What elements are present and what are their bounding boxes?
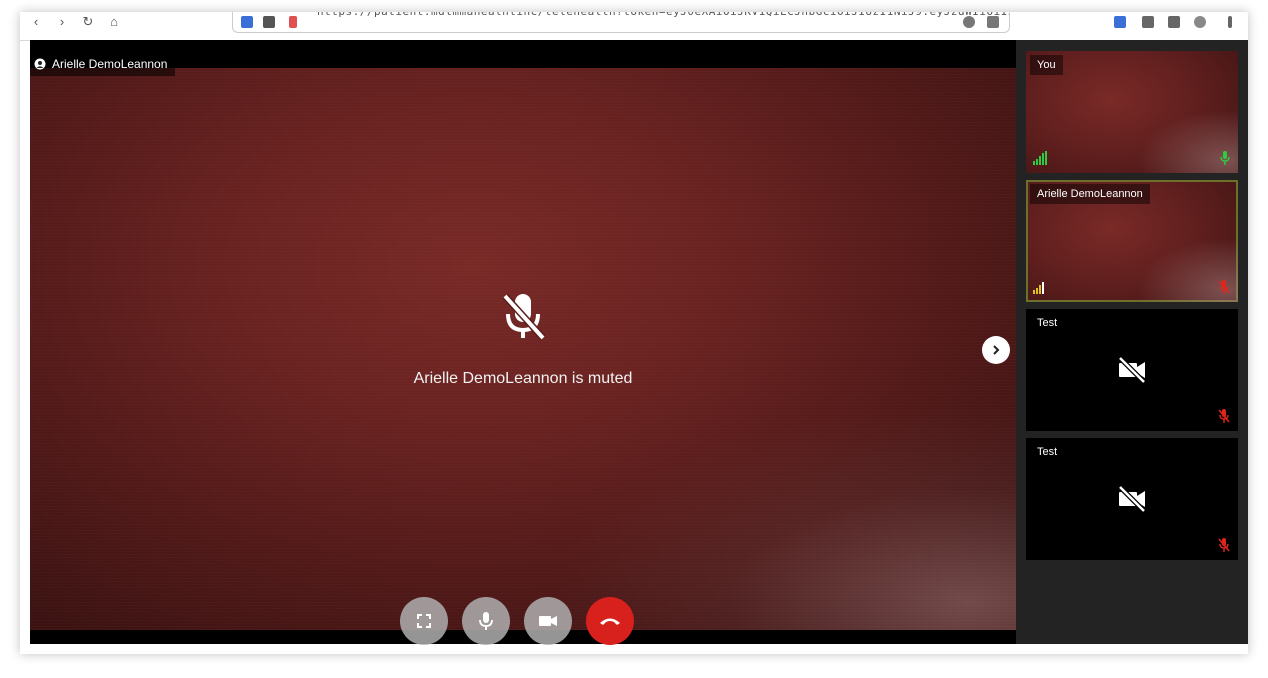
page-info-icon[interactable] [263, 16, 275, 28]
chevron-right-icon [993, 345, 1000, 355]
microphone-off-icon [1218, 280, 1230, 294]
mic-off-icon [502, 293, 546, 341]
participant-tile-test-2[interactable]: Test [1026, 438, 1238, 560]
phone-hangup-icon [600, 618, 620, 625]
video-call-app: Arielle DemoLeannon Arielle DemoLeannon … [30, 40, 1248, 645]
participant-label: Arielle DemoLeannon [1030, 184, 1150, 204]
downloads-icon[interactable] [1114, 16, 1126, 28]
microphone-off-icon [1218, 409, 1230, 423]
video-off-icon [1118, 486, 1146, 512]
back-icon[interactable]: ‹ [28, 14, 44, 30]
sidebar-toggle-icon[interactable] [1168, 16, 1180, 28]
muted-overlay: Arielle DemoLeannon is muted [30, 290, 1016, 388]
fullscreen-button[interactable] [400, 597, 448, 645]
video-camera-icon [539, 616, 557, 626]
muted-message: Arielle DemoLeannon is muted [413, 370, 633, 387]
microphone-off-icon [1218, 538, 1230, 552]
signal-strength-icon [1033, 151, 1047, 165]
shield-icon [241, 16, 253, 28]
participant-tile-test-1[interactable]: Test [1026, 309, 1238, 431]
signal-strength-icon [1033, 282, 1044, 294]
address-bar[interactable]: https://patient.mdlmmaheathlinc/teleheal… [232, 12, 1010, 33]
microphone-on-icon [1220, 151, 1230, 165]
hang-up-button[interactable] [586, 597, 634, 645]
participant-label: Test [1037, 317, 1058, 329]
participant-tile-you[interactable]: You [1026, 51, 1238, 173]
url-text[interactable]: https://patient.mdlmmaheathlinc/teleheal… [317, 12, 1009, 21]
video-off-icon [1118, 357, 1146, 383]
bookmark-icon[interactable] [987, 16, 999, 28]
main-participant-name-tag: Arielle DemoLeannon [30, 52, 176, 76]
main-participant-name: Arielle DemoLeannon [52, 57, 168, 71]
microphone-icon [479, 612, 493, 630]
participant-label: Test [1037, 446, 1058, 458]
home-icon[interactable]: ⌂ [106, 14, 122, 30]
menu-icon[interactable] [1228, 16, 1232, 28]
participants-sidebar: You Arielle DemoLeannon Test Test [1016, 40, 1248, 644]
participant-label: You [1030, 55, 1063, 75]
camera-button[interactable] [524, 597, 572, 645]
microphone-button[interactable] [462, 597, 510, 645]
participant-tile-arielle[interactable]: Arielle DemoLeannon [1026, 180, 1238, 302]
person-circle-icon [34, 58, 46, 70]
library-icon[interactable] [1142, 16, 1154, 28]
account-icon[interactable] [1194, 16, 1206, 28]
reload-icon[interactable]: ↻ [80, 14, 96, 30]
forward-icon[interactable]: › [54, 14, 70, 30]
zoom-icon[interactable] [963, 16, 975, 28]
browser-window: ‹ › ↻ ⌂ https://patient.mdlmmaheathlinc/… [20, 12, 1248, 654]
fullscreen-icon [417, 614, 431, 628]
camera-permission-icon[interactable] [289, 16, 297, 28]
browser-toolbar: ‹ › ↻ ⌂ https://patient.mdlmmaheathlinc/… [20, 12, 1248, 41]
next-participant-button[interactable] [982, 336, 1010, 364]
